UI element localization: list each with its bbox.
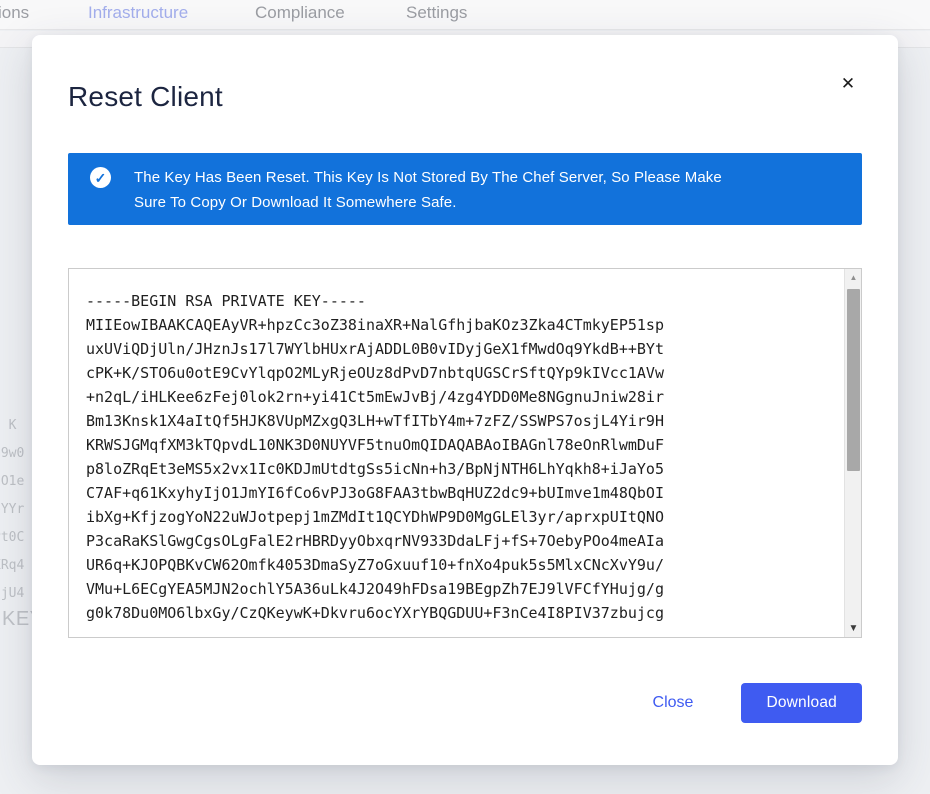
key-line: ibXg+KfjzogYoN22uWJotpepj1mZMdIt1QCYDhWP… (86, 505, 831, 529)
key-line: Bm13Knsk1X4aItQf5HJK8VUpMZxgQ3LH+wTfITbY… (86, 409, 831, 433)
key-line: -----BEGIN RSA PRIVATE KEY----- (86, 289, 831, 313)
download-button[interactable]: Download (741, 683, 862, 723)
banner-message-line: The Key Has Been Reset. This Key Is Not … (134, 165, 722, 190)
key-reset-info-banner: ✓ The Key Has Been Reset. This Key Is No… (68, 153, 862, 225)
key-line: g0k78Du0MO6lbxGy/CzQKeywK+Dkvru6ocYXrYBQ… (86, 601, 831, 625)
key-line: VMu+L6ECgYEA5MJN2ochlY5A36uLk4J2O49hFDsa… (86, 577, 831, 601)
check-circle-icon: ✓ (90, 167, 111, 188)
top-nav-bar: ions Infrastructure Compliance Settings (0, 0, 930, 30)
background-text-fragment: eYYr (0, 502, 24, 517)
close-icon[interactable]: ✕ (832, 68, 864, 100)
key-line: +n2qL/iHLKee6zFej0lok2rn+yi41Ct5mEwJvBj/… (86, 385, 831, 409)
key-scrollbar[interactable]: ▲ ▼ (844, 269, 861, 637)
banner-message-line: Sure To Copy Or Download It Somewhere Sa… (134, 190, 722, 215)
nav-tab-applications[interactable]: ions (0, 3, 29, 23)
key-line: p8loZRqEt3eMS5x2vx1Ic0KDJmUtdtgSs5icNn+h… (86, 457, 831, 481)
key-line: KRWSJGMqfXM3kTQpvdL10NK3D0NUYVF5tnuOmQID… (86, 433, 831, 457)
modal-footer: Close Download (68, 683, 862, 723)
key-line: cPK+K/STO6u0otE9CvYlqpO2MLyRjeOUz8dPvD7n… (86, 361, 831, 385)
nav-tab-infrastructure[interactable]: Infrastructure (88, 3, 188, 23)
key-line: P3caRaKSlGwgCgsOLgFalE2rHBRDyyObxqrNV933… (86, 529, 831, 553)
banner-message: The Key Has Been Reset. This Key Is Not … (134, 165, 722, 215)
scroll-up-icon[interactable]: ▲ (845, 269, 862, 286)
key-line: MIIEowIBAAKCAQEAyVR+hpzCc3oZ38inaXR+NalG… (86, 313, 831, 337)
reset-client-modal: ✕ Reset Client ✓ The Key Has Been Reset.… (32, 35, 898, 765)
background-text-fragment: G9w0 (0, 446, 24, 461)
private-key-text: -----BEGIN RSA PRIVATE KEY----- MIIEowIB… (69, 269, 861, 625)
key-line: uxUViQDjUln/JHznJs17l7WYlbHUxrAjADDL0B0v… (86, 337, 831, 361)
background-text-fragment: C K (0, 418, 16, 433)
scroll-down-icon[interactable]: ▼ (845, 620, 862, 637)
background-text-fragment: KRq4 (0, 558, 24, 573)
key-line: UR6q+KJOPQBKvCW62Omfk4053DmaSyZ7oGxuuf10… (86, 553, 831, 577)
modal-title: Reset Client (68, 80, 862, 114)
close-button[interactable]: Close (653, 694, 694, 712)
nav-tab-settings[interactable]: Settings (406, 3, 467, 23)
key-line: C7AF+q61KxyhyIjO1JmYI6fCo6vPJ3oG8FAA3tbw… (86, 481, 831, 505)
background-text-fragment: Pt0C (0, 530, 24, 545)
nav-tab-compliance[interactable]: Compliance (255, 3, 345, 23)
background-text-fragment: JO1e (0, 474, 24, 489)
scrollbar-thumb[interactable] (847, 289, 860, 471)
background-text-fragment: gjU4 (0, 586, 24, 601)
private-key-textarea[interactable]: -----BEGIN RSA PRIVATE KEY----- MIIEowIB… (68, 268, 862, 638)
